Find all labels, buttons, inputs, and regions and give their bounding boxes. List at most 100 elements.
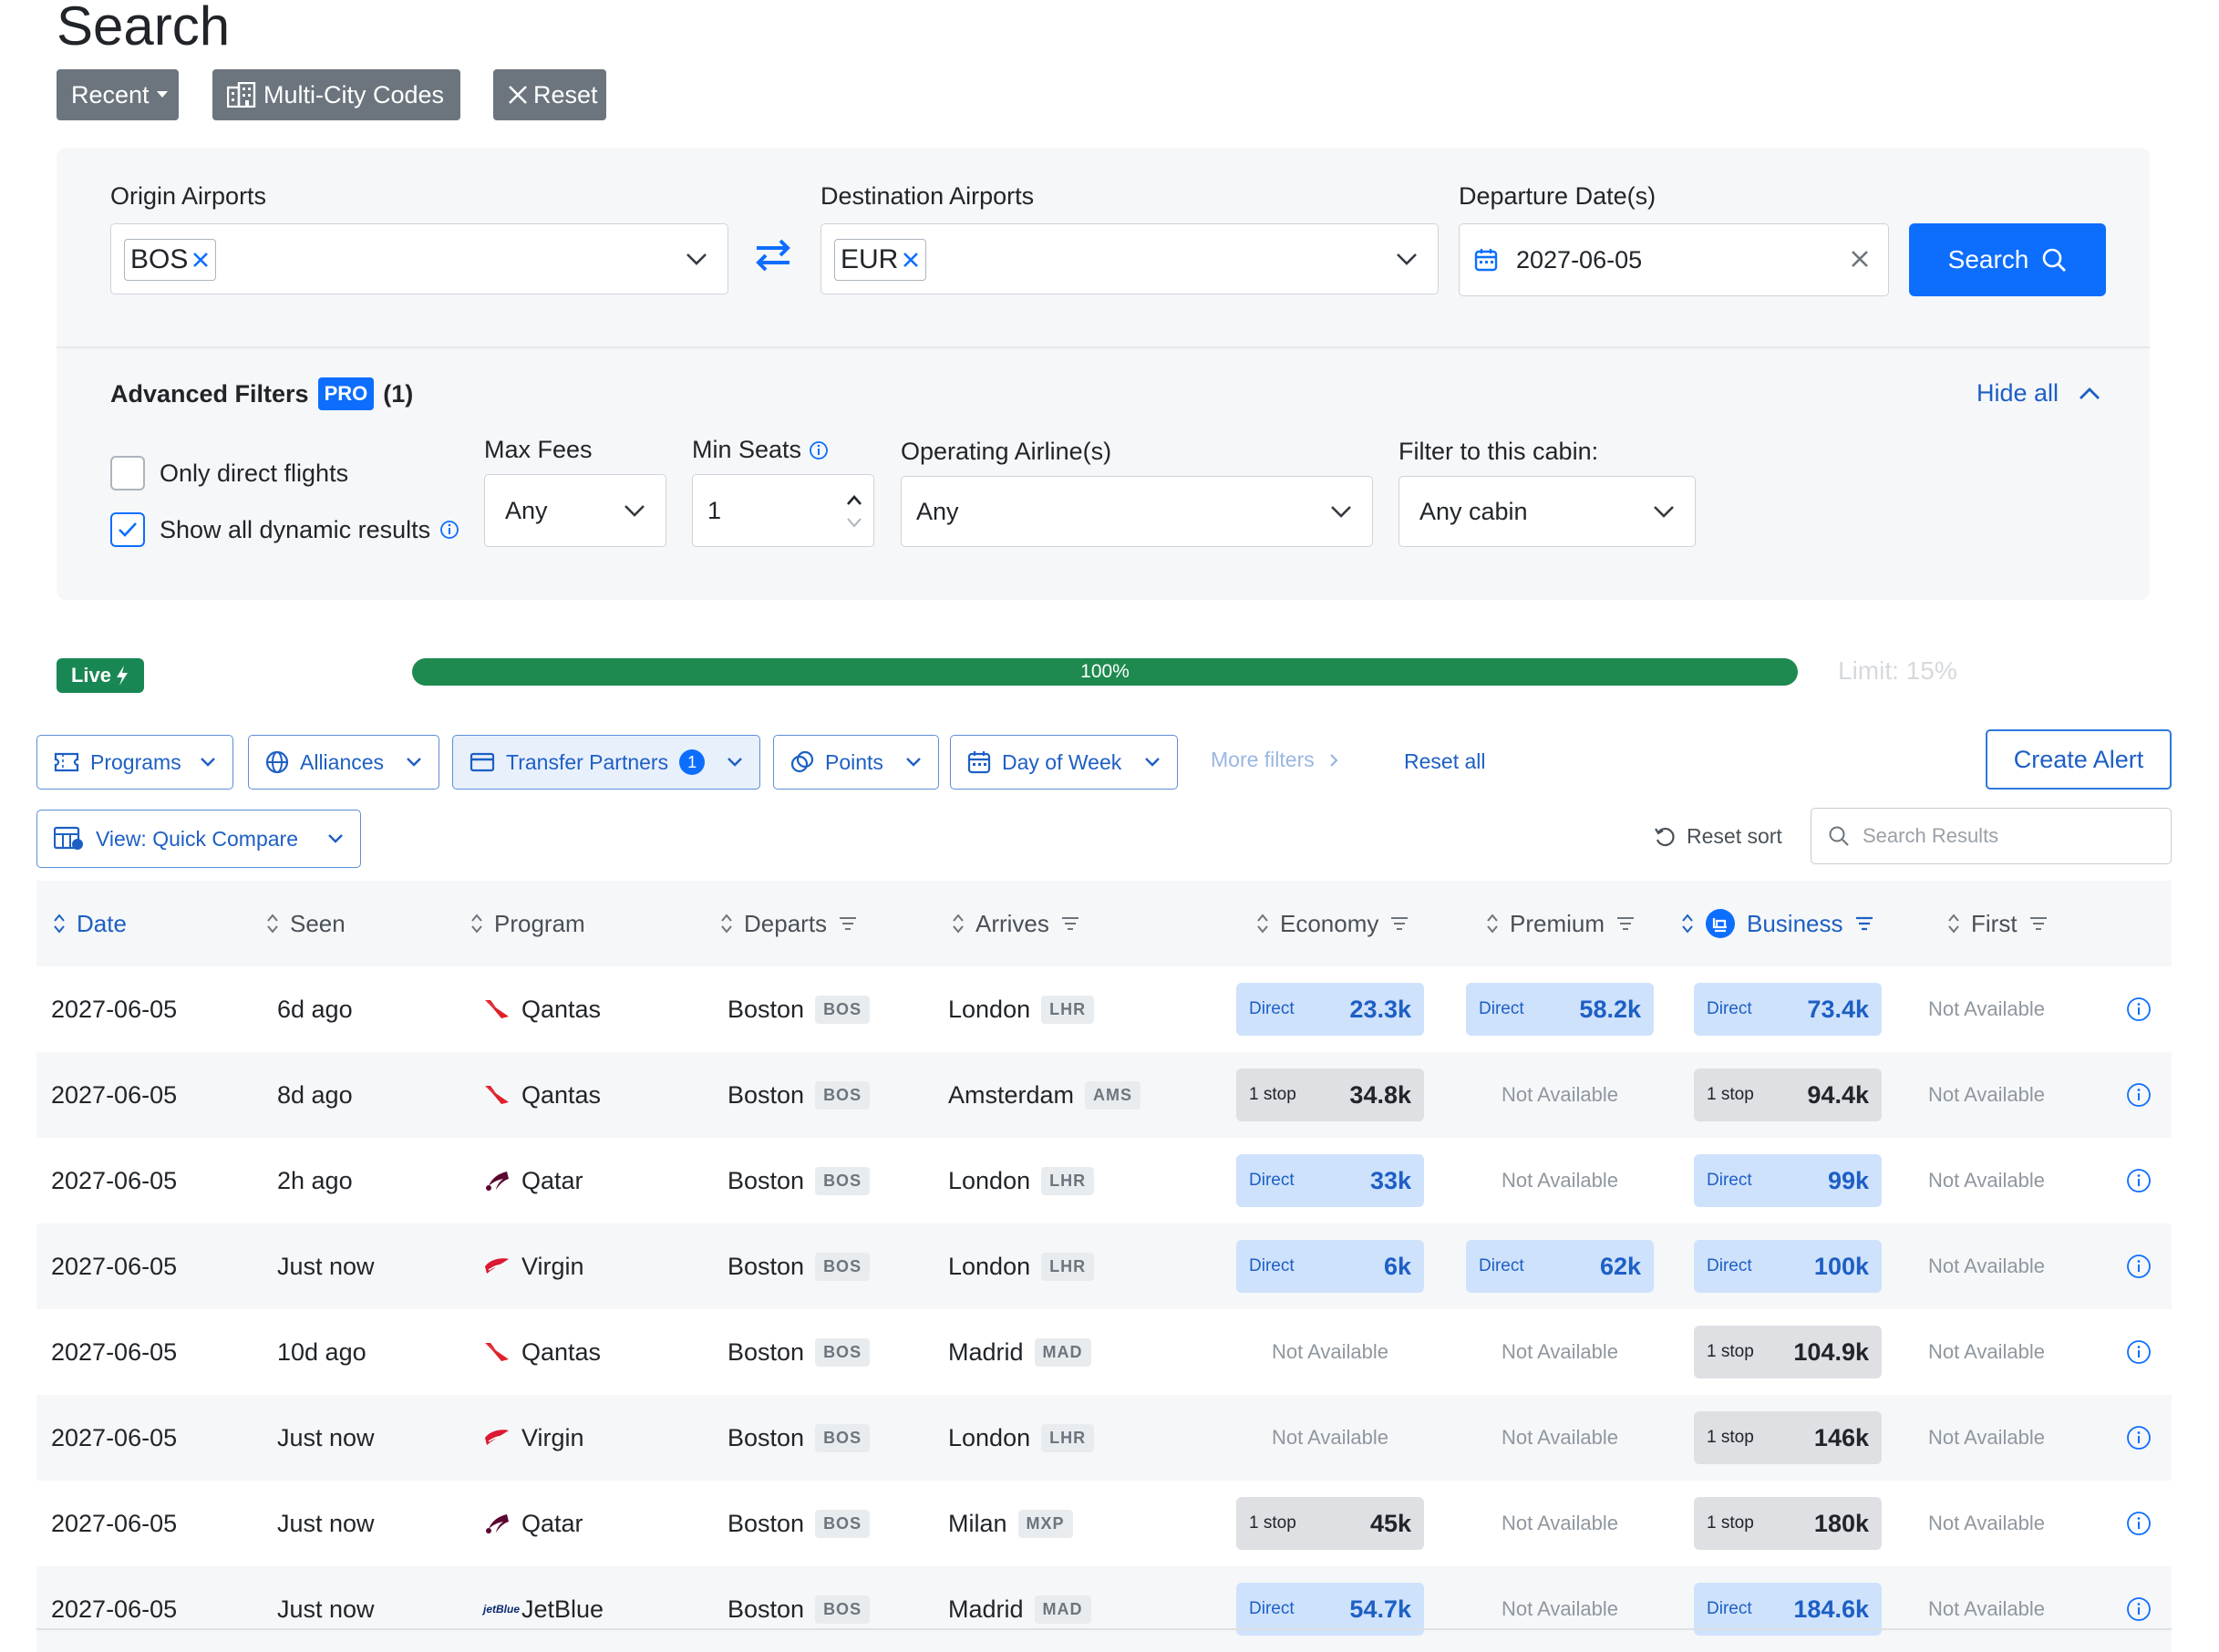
info-icon[interactable] <box>2126 1511 2152 1536</box>
table-row[interactable]: 2027-06-05 6d ago Qantas Boston BOS London LHR… <box>36 966 2172 1052</box>
economy-fare[interactable]: Direct 6k <box>1236 1240 1424 1293</box>
filter-icon[interactable] <box>1615 915 1636 932</box>
table-row[interactable]: 2027-06-05 Just now jetBlue JetBlue Boston BO… <box>36 1566 2172 1652</box>
reset-sort-label: Reset sort <box>1687 824 1782 848</box>
departs-code: BOS <box>815 1080 871 1110</box>
economy-fare[interactable]: 1 stop 34.8k <box>1236 1069 1424 1121</box>
filter-icon[interactable] <box>2028 915 2049 932</box>
col-departs[interactable]: Departs <box>720 881 858 966</box>
business-fare[interactable]: 1 stop 146k <box>1694 1411 1882 1464</box>
col-first[interactable]: First <box>1947 881 2049 966</box>
departure-date-input[interactable]: 2027-06-05 <box>1459 223 1889 296</box>
swap-airports-icon[interactable] <box>753 235 793 275</box>
arrives-cell: London LHR <box>948 1138 1095 1224</box>
table-row[interactable]: 2027-06-05 Just now Virgin Boston BOS London L… <box>36 1395 2172 1481</box>
destination-airports-select[interactable]: EUR <box>821 223 1439 294</box>
create-alert-button[interactable]: Create Alert <box>1986 729 2172 790</box>
search-button[interactable]: Search <box>1909 223 2106 296</box>
program-name: Virgin <box>521 1423 584 1451</box>
reset-sort-button[interactable]: Reset sort <box>1654 824 1782 849</box>
economy-fare[interactable]: Direct 33k <box>1236 1154 1424 1207</box>
cabin-filter-select[interactable]: Any cabin <box>1398 476 1696 547</box>
col-seen-label: Seen <box>290 909 346 937</box>
date-cell: 2027-06-05 <box>51 1337 178 1366</box>
checkbox-box[interactable] <box>110 512 145 547</box>
reset-all-link[interactable]: Reset all <box>1404 749 1485 774</box>
table-row[interactable]: 2027-06-05 Just now Virgin Boston BOS London L… <box>36 1224 2172 1309</box>
departs-city: Boston <box>728 1252 805 1280</box>
chevron-down-icon <box>686 253 707 265</box>
reset-button[interactable]: Reset <box>493 69 606 120</box>
chevron-right-icon <box>1329 753 1338 768</box>
operating-airline-label: Operating Airline(s) <box>901 438 1112 465</box>
origin-airports-select[interactable]: BOS <box>110 223 728 294</box>
transfer-partners-filter[interactable]: Transfer Partners 1 <box>452 735 760 790</box>
info-icon[interactable] <box>809 440 829 460</box>
fare-value: 94.4k <box>1807 1080 1869 1109</box>
more-filters-label: More filters <box>1211 748 1315 771</box>
premium-fare[interactable]: Direct 58.2k <box>1466 983 1654 1036</box>
search-results-input[interactable]: Search Results <box>1811 808 2172 864</box>
premium-fare[interactable]: Direct 62k <box>1466 1240 1654 1293</box>
alliances-filter[interactable]: Alliances <box>248 735 439 790</box>
max-fees-select[interactable]: Any <box>484 474 666 547</box>
info-icon[interactable] <box>2126 1596 2152 1622</box>
col-business[interactable]: Business <box>1681 881 1874 966</box>
table-row[interactable]: 2027-06-05 Just now Qatar Boston BOS Milan MXP… <box>36 1481 2172 1566</box>
recent-button[interactable]: Recent <box>57 69 179 120</box>
col-premium[interactable]: Premium <box>1486 881 1636 966</box>
hide-all-toggle[interactable]: Hide all <box>1976 379 2100 408</box>
stepper-icon[interactable] <box>846 491 862 532</box>
points-filter[interactable]: Points <box>773 735 939 790</box>
min-seats-input[interactable]: 1 <box>692 474 874 547</box>
col-date[interactable]: Date <box>53 881 127 966</box>
day-of-week-filter[interactable]: Day of Week <box>950 735 1178 790</box>
business-fare[interactable]: Direct 100k <box>1694 1240 1882 1293</box>
info-icon[interactable] <box>439 520 459 540</box>
col-economy[interactable]: Economy <box>1256 881 1409 966</box>
col-arrives[interactable]: Arrives <box>952 881 1080 966</box>
col-seen[interactable]: Seen <box>266 881 346 966</box>
business-fare[interactable]: Direct 99k <box>1694 1154 1882 1207</box>
info-icon[interactable] <box>2126 996 2152 1022</box>
table-row[interactable]: 2027-06-05 8d ago Qantas Boston BOS Amsterdam… <box>36 1052 2172 1138</box>
business-fare[interactable]: 1 stop 104.9k <box>1694 1326 1882 1378</box>
more-filters-link[interactable]: More filters <box>1211 748 1338 772</box>
filter-icon[interactable] <box>1854 915 1874 932</box>
fare-type: Direct <box>1479 999 1524 1018</box>
table-row[interactable]: 2027-06-05 10d ago Qantas Boston BOS Madrid MA… <box>36 1309 2172 1395</box>
col-program[interactable]: Program <box>470 881 585 966</box>
date-cell: 2027-06-05 <box>51 995 178 1023</box>
business-fare[interactable]: Direct 73.4k <box>1694 983 1882 1036</box>
info-icon[interactable] <box>2126 1168 2152 1193</box>
show-dynamic-checkbox[interactable]: Show all dynamic results <box>110 512 459 547</box>
arrives-cell: Milan MXP <box>948 1481 1073 1566</box>
filter-icon[interactable] <box>838 915 858 932</box>
remove-chip-icon[interactable] <box>902 251 920 269</box>
rotate-icon <box>1654 826 1676 848</box>
info-icon[interactable] <box>2126 1339 2152 1365</box>
info-icon[interactable] <box>2126 1082 2152 1108</box>
business-fare[interactable]: 1 stop 94.4k <box>1694 1069 1882 1121</box>
table-row[interactable]: 2027-06-05 2h ago Qatar Boston BOS London LHR D… <box>36 1138 2172 1224</box>
col-date-label: Date <box>77 909 127 937</box>
multi-city-codes-button[interactable]: Multi-City Codes <box>212 69 460 120</box>
info-icon[interactable] <box>2126 1425 2152 1451</box>
remove-chip-icon[interactable] <box>191 251 210 269</box>
sort-icon <box>470 914 483 934</box>
filter-icon[interactable] <box>1389 915 1409 932</box>
economy-fare[interactable]: Direct 23.3k <box>1236 983 1424 1036</box>
filter-icon[interactable] <box>1060 915 1080 932</box>
economy-fare[interactable]: 1 stop 45k <box>1236 1497 1424 1550</box>
clear-date-icon[interactable] <box>1850 249 1870 269</box>
program-cell: Qantas <box>483 1052 601 1138</box>
programs-filter[interactable]: Programs <box>36 735 233 790</box>
day-of-week-label: Day of Week <box>1002 749 1122 774</box>
sort-icon <box>1486 914 1499 934</box>
operating-airline-select[interactable]: Any <box>901 476 1373 547</box>
checkbox-box[interactable] <box>110 456 145 490</box>
view-select[interactable]: View: Quick Compare <box>36 810 361 868</box>
only-direct-checkbox[interactable]: Only direct flights <box>110 456 348 490</box>
business-fare[interactable]: 1 stop 180k <box>1694 1497 1882 1550</box>
info-icon[interactable] <box>2126 1254 2152 1279</box>
